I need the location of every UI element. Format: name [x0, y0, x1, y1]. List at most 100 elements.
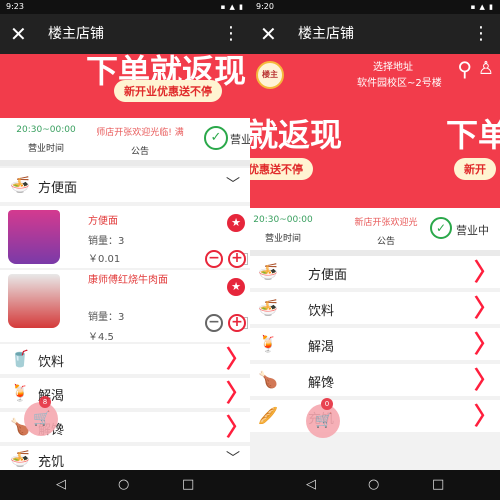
- shop-logo: 楼主: [256, 61, 284, 89]
- cocktail-icon: 🍹: [258, 334, 278, 353]
- cocktail-icon: 🍹: [10, 383, 30, 402]
- chevron-down-icon[interactable]: ﹀: [226, 178, 240, 192]
- cart-button[interactable]: 🛒 0: [306, 398, 340, 438]
- search-icon[interactable]: ⚲: [457, 58, 472, 80]
- bread-icon: 🥖: [258, 406, 278, 425]
- product-image: [8, 274, 60, 328]
- check-icon: ✓: [204, 126, 228, 150]
- banner-headline-left: 就返现: [250, 116, 343, 154]
- shop-info-bar: 20:30~00:00 营业时间 师店开张欢迎光临! 满 公告 ✓ 营业中: [0, 118, 250, 160]
- category-row-drinks[interactable]: 🥤 饮料 〉: [0, 344, 250, 374]
- hours-cell: 20:30~00:00 营业时间: [0, 118, 92, 160]
- left-screen: 9:23 ▪ ▲ ▮ ✕ 楼主店铺 ⋮ 下单就返现 新开业优惠送不停 20:30…: [0, 0, 250, 500]
- open-label: 营业中: [230, 133, 250, 146]
- product-price: ￥0.01: [88, 254, 121, 265]
- decrement-button[interactable]: −: [205, 250, 223, 268]
- address-label[interactable]: 选择地址: [373, 58, 413, 73]
- app-bar: ✕ 楼主店铺 ⋮: [250, 14, 500, 54]
- more-menu-icon[interactable]: ⋮: [222, 22, 240, 46]
- chevron-right-icon[interactable]: 〉: [474, 368, 498, 392]
- category-header-noodles[interactable]: 🍜 方便面 ﹀: [0, 168, 250, 202]
- category-row-drinks[interactable]: 🍜 饮料 〉: [250, 292, 500, 324]
- bowl-icon: 🍜: [10, 175, 30, 194]
- divider: [0, 160, 250, 166]
- page-title: 楼主店铺: [48, 26, 104, 42]
- bowl-icon: 🍜: [258, 298, 278, 317]
- increment-button[interactable]: +: [228, 250, 246, 268]
- system-nav-bar: ◁ ○ □: [250, 470, 500, 500]
- category-label: 方便面: [38, 181, 78, 196]
- chevron-right-icon[interactable]: 〉: [474, 260, 498, 284]
- shop-header: 楼主 选择地址 软件园校区~2号楼 ⚲ ♙: [250, 54, 500, 96]
- recent-apps-icon[interactable]: □: [432, 476, 444, 494]
- close-icon[interactable]: ✕: [10, 21, 27, 47]
- notice-cell[interactable]: 新店开张欢迎光 公告: [346, 208, 426, 250]
- category-label: 充饥: [38, 455, 65, 470]
- banner-pill: 新开业优惠送不停: [114, 80, 222, 102]
- notice-cell[interactable]: 师店开张欢迎光临! 满 公告: [92, 118, 188, 160]
- cart-badge: 8: [39, 396, 51, 408]
- hours-cell: 20:30~00:00 营业时间: [250, 208, 316, 250]
- cart-button[interactable]: 🛒 8: [24, 396, 58, 436]
- chevron-right-icon[interactable]: 〉: [226, 381, 250, 405]
- shop-info-bar: 20:30~00:00 营业时间 新店开张欢迎光 公告 ✓ 营业中: [250, 208, 500, 250]
- address-value[interactable]: 软件园校区~2号楼: [357, 74, 442, 89]
- promo-banner[interactable]: 就返现 下单 优惠送不停 新开: [250, 96, 500, 208]
- chevron-right-icon[interactable]: 〉: [474, 332, 498, 356]
- status-time: 9:23: [6, 2, 24, 11]
- back-icon[interactable]: ◁: [56, 476, 66, 494]
- chevron-right-icon[interactable]: 〉: [226, 347, 250, 371]
- chevron-down-icon[interactable]: ﹀: [226, 452, 240, 466]
- chevron-right-icon[interactable]: 〉: [474, 296, 498, 320]
- category-label: 方便面: [308, 268, 348, 283]
- open-status: ✓ 营业中: [200, 118, 250, 160]
- status-time: 9:20: [256, 2, 274, 11]
- status-bar: 9:20 ▪ ▲ ▮: [250, 0, 500, 14]
- hours-label: 营业时间: [27, 144, 64, 154]
- favorite-icon[interactable]: ★: [227, 214, 245, 232]
- promo-banner[interactable]: 下单就返现 新开业优惠送不停: [0, 54, 250, 118]
- system-nav-bar: ◁ ○ □: [0, 470, 250, 500]
- back-icon[interactable]: ◁: [306, 476, 316, 494]
- app-bar: ✕ 楼主店铺 ⋮: [0, 14, 250, 54]
- product-item[interactable]: 康师傅红烧牛肉面 销量：3 ￥4.5 ★ − 0: [0, 270, 250, 343]
- user-icon[interactable]: ♙: [478, 58, 494, 80]
- cart-badge: 0: [321, 398, 333, 410]
- open-label: 营业中: [456, 224, 489, 237]
- category-row-thirst[interactable]: 🍹 解渴 〉: [250, 328, 500, 360]
- page-title: 楼主店铺: [298, 26, 354, 42]
- chevron-right-icon[interactable]: 〉: [474, 404, 498, 428]
- open-status: ✓ 营业中: [428, 208, 500, 250]
- category-row-filling[interactable]: 🥖 充饥 〉: [250, 400, 500, 432]
- recent-apps-icon[interactable]: □: [182, 476, 194, 494]
- notice-value: 师店开张欢迎光临! 满: [96, 128, 184, 138]
- product-image: [8, 210, 60, 264]
- notice-value: 新店开张欢迎光: [354, 218, 418, 228]
- right-screen: 9:20 ▪ ▲ ▮ ✕ 楼主店铺 ⋮ 楼主 选择地址 软件园校区~2号楼 ⚲ …: [250, 0, 500, 500]
- home-icon[interactable]: ○: [368, 476, 379, 494]
- notice-label: 公告: [130, 147, 149, 157]
- chevron-right-icon[interactable]: 〉: [226, 415, 250, 439]
- banner-pill-right: 新开: [454, 158, 496, 180]
- notice-label: 公告: [376, 237, 395, 247]
- decrement-button[interactable]: −: [205, 314, 223, 332]
- close-icon[interactable]: ✕: [260, 21, 277, 47]
- check-icon: ✓: [430, 217, 452, 239]
- product-sales: 销量：3: [88, 312, 125, 323]
- hours-value: 20:30~00:00: [253, 215, 313, 225]
- category-row-filling[interactable]: 🍜 充饥 ﹀: [0, 446, 250, 470]
- bowl-icon: 🍜: [258, 262, 278, 281]
- status-icons: ▪ ▲ ▮: [220, 3, 244, 11]
- category-row-noodles[interactable]: 🍜 方便面 〉: [250, 256, 500, 288]
- category-row-snacks[interactable]: 🍗 解馋 〉: [250, 364, 500, 396]
- hours-value: 20:30~00:00: [16, 125, 76, 135]
- home-icon[interactable]: ○: [118, 476, 129, 494]
- favorite-icon[interactable]: ★: [227, 278, 245, 296]
- drumstick-icon: 🍗: [258, 370, 278, 389]
- product-item[interactable]: 方便面 销量：3 ￥0.01 ★ − 3: [0, 206, 250, 268]
- status-icons: ▪ ▲ ▮: [470, 3, 494, 11]
- status-bar: 9:23 ▪ ▲ ▮: [0, 0, 250, 14]
- category-label: 饮料: [38, 355, 65, 370]
- increment-button[interactable]: +: [228, 314, 246, 332]
- more-menu-icon[interactable]: ⋮: [472, 22, 490, 46]
